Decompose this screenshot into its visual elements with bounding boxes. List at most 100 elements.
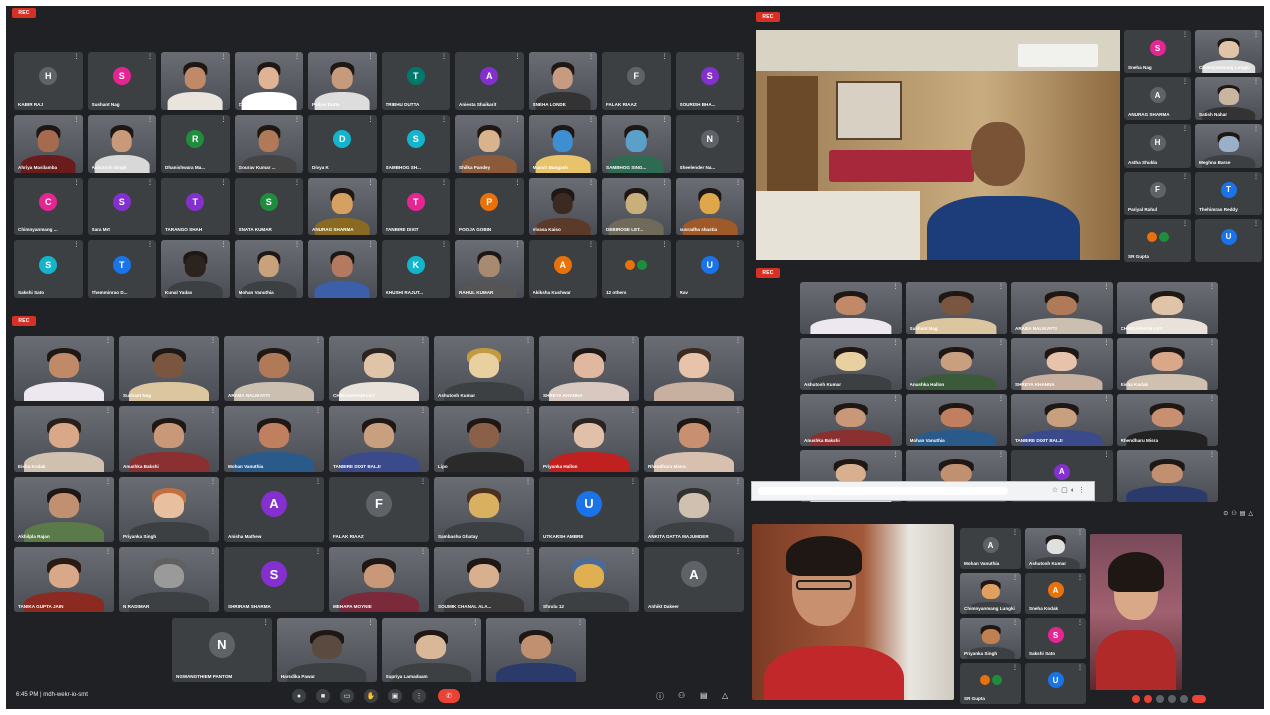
participant-tile[interactable]: S ⋮ SAMBHOG SH...: [381, 114, 450, 173]
participant-tile[interactable]: U ⋮: [1025, 663, 1086, 704]
participant-tile[interactable]: U ⋮ UTKARSH AMBRE: [539, 476, 639, 542]
tile-more-icon[interactable]: ⋮: [210, 408, 216, 414]
tile-more-icon[interactable]: ⋮: [1209, 452, 1215, 458]
participant-tile[interactable]: H ⋮ KABIR RAJ: [14, 52, 83, 110]
participant-tile[interactable]: ⋮ ANKITA DATTA MAJUMDER: [644, 476, 744, 542]
tile-more-icon[interactable]: ⋮: [1104, 340, 1110, 346]
mic-icon[interactable]: [1132, 695, 1140, 703]
participant-tile[interactable]: A ⋮ Anhikt Dakeer: [644, 546, 744, 612]
participant-tile[interactable]: ⋮ Rhendharu Misra: [1116, 394, 1218, 446]
tile-more-icon[interactable]: ⋮: [735, 408, 741, 414]
participant-tile[interactable]: ⋮ RAHUL KUMAR: [455, 240, 524, 298]
participant-tile[interactable]: D ⋮ Divya K: [308, 114, 377, 173]
leave-call-icon[interactable]: [1192, 695, 1206, 703]
participant-tile[interactable]: ⋮: [308, 240, 377, 298]
participant-tile[interactable]: ⋮ SNEHA LONDE: [528, 52, 597, 110]
tile-more-icon[interactable]: ⋮: [588, 117, 594, 123]
tile-more-icon[interactable]: ⋮: [210, 549, 216, 555]
participant-tile[interactable]: A ⋮ Sneha Kodak: [1025, 573, 1086, 614]
participant-tile[interactable]: ⋮ SAMBHOG SING...: [602, 114, 671, 173]
tile-more-icon[interactable]: ⋮: [368, 620, 374, 626]
participant-tile[interactable]: ⋮ Chimnyanmang Lungki: [960, 573, 1021, 614]
participant-tile[interactable]: ⋮ SR Gupta: [960, 663, 1021, 704]
tile-more-icon[interactable]: ⋮: [1253, 174, 1259, 180]
tile-more-icon[interactable]: ⋮: [998, 284, 1004, 290]
camera-button[interactable]: ■: [316, 689, 330, 703]
control-icon[interactable]: [1156, 695, 1164, 703]
participant-tile[interactable]: F ⋮ FALAK RIAAZ: [602, 52, 671, 110]
tile-more-icon[interactable]: ⋮: [368, 242, 374, 248]
camera-icon[interactable]: [1144, 695, 1152, 703]
tile-more-icon[interactable]: ⋮: [515, 117, 521, 123]
tile-more-icon[interactable]: ⋮: [368, 54, 374, 60]
tile-more-icon[interactable]: ⋮: [294, 180, 300, 186]
tile-more-icon[interactable]: ⋮: [420, 408, 426, 414]
participant-tile[interactable]: ⋮ Manvir Bangash: [528, 114, 597, 173]
tile-more-icon[interactable]: ⋮: [441, 117, 447, 123]
participant-tile[interactable]: T ⋮ TARANGO SHAH: [161, 177, 230, 236]
participant-tile[interactable]: ⋮ SHREYA KHANNA: [1011, 338, 1113, 390]
participant-tile[interactable]: ⋮ TANBIRE DIXIT BALJI: [1011, 394, 1113, 446]
participant-tile[interactable]: ⋮ suvradha shastia: [675, 177, 744, 236]
participant-tile[interactable]: ⋮: [14, 336, 114, 402]
tile-more-icon[interactable]: ⋮: [221, 117, 227, 123]
participant-tile[interactable]: ⋮ N RADIMAR: [119, 546, 219, 612]
tile-more-icon[interactable]: ⋮: [74, 54, 80, 60]
participant-tile[interactable]: S ⋮ Sara Mrt: [87, 177, 156, 236]
participant-tile[interactable]: C ⋮ Chimnyanmang ...: [14, 177, 83, 236]
tile-more-icon[interactable]: ⋮: [735, 479, 741, 485]
participant-tile[interactable]: S ⋮ Sakshi Sato: [14, 240, 83, 298]
tile-more-icon[interactable]: ⋮: [630, 549, 636, 555]
tile-more-icon[interactable]: ⋮: [1012, 575, 1018, 581]
participant-tile[interactable]: ⋮ Priyanka Singh: [119, 476, 219, 542]
participant-tile[interactable]: S ⋮ Sakshi Sato: [1025, 618, 1086, 659]
participant-tile[interactable]: ⋮ Akhilpla Rajan: [14, 476, 114, 542]
tile-more-icon[interactable]: ⋮: [1209, 340, 1215, 346]
tile-more-icon[interactable]: ⋮: [588, 54, 594, 60]
captions-button[interactable]: ▭: [340, 689, 354, 703]
tile-more-icon[interactable]: ⋮: [1253, 221, 1259, 227]
tile-more-icon[interactable]: ⋮: [1077, 665, 1083, 671]
toolbar-icons[interactable]: ⊙⚇▤△: [1223, 510, 1256, 517]
tile-more-icon[interactable]: ⋮: [893, 396, 899, 402]
participant-tile[interactable]: H ⋮ Astha Shukla: [1124, 124, 1191, 168]
participant-tile[interactable]: ⋮ Sambasha Ghatay: [434, 476, 534, 542]
leave-call-button[interactable]: ✆: [438, 689, 460, 703]
participant-tile[interactable]: ⋮ Shrulu 12: [539, 546, 639, 612]
participant-tile[interactable]: A ⋮ Akiksha Kushwar: [528, 240, 597, 298]
participant-tile[interactable]: S ⋮ Sushant Nag: [87, 52, 156, 110]
tile-more-icon[interactable]: ⋮: [525, 479, 531, 485]
tile-more-icon[interactable]: ⋮: [74, 180, 80, 186]
tile-more-icon[interactable]: ⋮: [315, 479, 321, 485]
participant-tile[interactable]: A ⋮ ANURAG SHARMA: [1124, 77, 1191, 121]
participant-tile[interactable]: ⋮ Eisha Kodak: [1116, 338, 1218, 390]
control-icon[interactable]: [1168, 695, 1176, 703]
tile-more-icon[interactable]: ⋮: [368, 117, 374, 123]
participant-tile[interactable]: S ⋮ SOURISH BHA...: [675, 52, 744, 110]
tile-more-icon[interactable]: ⋮: [515, 180, 521, 186]
participant-tile[interactable]: ⋮: [1116, 450, 1218, 502]
tile-more-icon[interactable]: ⋮: [472, 620, 478, 626]
tile-more-icon[interactable]: ⋮: [630, 338, 636, 344]
tile-more-icon[interactable]: ⋮: [1104, 284, 1110, 290]
participant-tile[interactable]: R ⋮ Dhanishwara Ma...: [161, 114, 230, 173]
participant-tile[interactable]: U ⋮ Rav: [675, 240, 744, 298]
tile-more-icon[interactable]: ⋮: [525, 408, 531, 414]
participant-tile[interactable]: ⋮ Mohan Vanuthia: [224, 406, 324, 472]
participant-tile[interactable]: A ⋮ Anisha Mathew: [224, 476, 324, 542]
participant-tile[interactable]: ⋮ Supriya Lamadaam: [381, 618, 482, 682]
tile-more-icon[interactable]: ⋮: [441, 180, 447, 186]
participant-tile[interactable]: ⋮ Lipo: [434, 406, 534, 472]
participant-tile[interactable]: ⋮: [486, 618, 586, 682]
participant-tile[interactable]: ⋮ SR Gupta: [1124, 218, 1191, 262]
participant-tile[interactable]: T ⋮ Thehimrao Reddy: [1195, 171, 1262, 215]
tile-more-icon[interactable]: ⋮: [1012, 665, 1018, 671]
participant-tile[interactable]: T ⋮ TRIBHU DUTTA: [381, 52, 450, 110]
participant-tile[interactable]: N ⋮ Sheelender Na...: [675, 114, 744, 173]
tile-more-icon[interactable]: ⋮: [294, 54, 300, 60]
browser-icons[interactable]: ☆▢◐⋮: [1052, 486, 1088, 494]
participant-tile[interactable]: ⋮ Ashutosh Kumar: [800, 338, 902, 390]
participant-tile[interactable]: ⋮ 12 others: [602, 240, 671, 298]
tile-more-icon[interactable]: ⋮: [1182, 174, 1188, 180]
mini-control-bar[interactable]: [1132, 694, 1258, 704]
